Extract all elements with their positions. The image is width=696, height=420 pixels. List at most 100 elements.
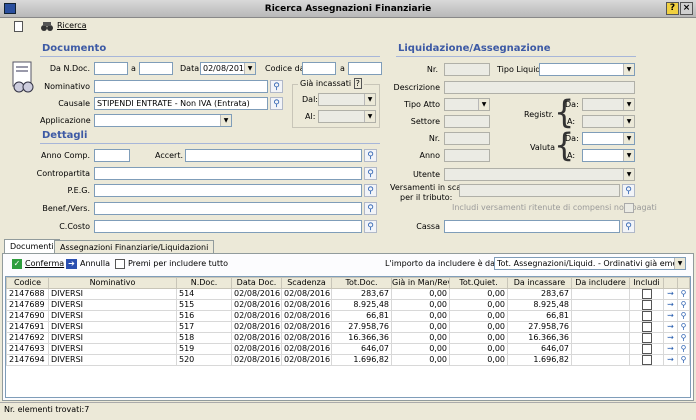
table-row[interactable]: 2147688 DIVERSI 514 02/08/2016 02/08/2016 283…	[6, 288, 690, 300]
column-header[interactable]: Data Doc.	[231, 277, 282, 289]
search-button[interactable]: Ricerca	[57, 20, 87, 32]
contropartita-input[interactable]	[94, 167, 362, 180]
column-header[interactable]: Tot.Quiet.	[449, 277, 508, 289]
expand-icon[interactable]: ⇝	[663, 332, 678, 344]
data-input[interactable]: 02/08/2016 ▼	[200, 62, 256, 75]
includi-checkbox[interactable]	[641, 333, 652, 343]
conferma-button[interactable]: Conferma	[25, 258, 64, 270]
expand-icon[interactable]: ⇝	[663, 310, 678, 322]
column-header[interactable]: Da includere	[571, 277, 630, 289]
table-row[interactable]: 2147691 DIVERSI 517 02/08/2016 02/08/2016 27.…	[6, 321, 690, 333]
accert-input[interactable]	[185, 149, 362, 162]
settore-input[interactable]	[444, 115, 490, 128]
versamenti-input[interactable]	[459, 184, 620, 197]
peg-input[interactable]	[94, 184, 362, 197]
liq-nr-input[interactable]	[444, 63, 490, 76]
valuta-a-input[interactable]: ▼	[582, 149, 635, 162]
anno-comp-input[interactable]	[94, 149, 130, 162]
expand-icon[interactable]: ⇝	[663, 354, 678, 366]
registr-a-input[interactable]: ▼	[582, 115, 635, 128]
peg-search-icon[interactable]: ⚲	[364, 184, 377, 197]
valuta-da-input[interactable]: ▼	[582, 132, 635, 145]
includi-checkbox[interactable]	[641, 289, 652, 299]
contropartita-search-icon[interactable]: ⚲	[364, 167, 377, 180]
detail-search-icon[interactable]: ⚲	[677, 299, 690, 311]
detail-search-icon[interactable]: ⚲	[677, 288, 690, 300]
versamenti-search-icon[interactable]: ⚲	[622, 184, 635, 197]
chevron-down-icon: ▼	[623, 116, 634, 127]
dal-date-input[interactable]: ▼	[318, 93, 376, 106]
includi-checkbox[interactable]	[641, 322, 652, 332]
includi-checkbox[interactable]	[641, 355, 652, 365]
registr-da-input[interactable]: ▼	[582, 98, 635, 111]
n-doc-a-label: a	[131, 64, 136, 73]
causale-search-icon[interactable]: ⚲	[270, 97, 283, 110]
chevron-down-icon: ▼	[674, 258, 685, 269]
detail-search-icon[interactable]: ⚲	[677, 321, 690, 333]
detail-search-icon[interactable]: ⚲	[677, 332, 690, 344]
includi-checkbox[interactable]	[641, 311, 652, 321]
status-bar: Nr. elementi trovati:7	[0, 402, 696, 420]
column-header[interactable]: Tot.Doc.	[331, 277, 392, 289]
importo-select[interactable]: Tot. Assegnazioni/Liquid. - Ordinativi g…	[494, 257, 686, 270]
utente-select[interactable]: ▼	[444, 168, 635, 181]
premi-checkbox[interactable]	[115, 259, 125, 269]
detail-search-icon[interactable]: ⚲	[677, 343, 690, 355]
accert-search-icon[interactable]: ⚲	[364, 149, 377, 162]
annulla-button[interactable]: Annulla	[80, 258, 110, 270]
benef-search-icon[interactable]: ⚲	[364, 202, 377, 215]
column-header[interactable]: Nominativo	[48, 277, 177, 289]
tipo-liquid-select[interactable]: ▼	[539, 63, 635, 76]
expand-icon[interactable]: ⇝	[663, 321, 678, 333]
table-row[interactable]: 2147690 DIVERSI 516 02/08/2016 02/08/2016 66,…	[6, 310, 690, 322]
column-header[interactable]: Scadenza	[281, 277, 332, 289]
nominativo-input[interactable]	[94, 80, 268, 93]
n-doc-to-input[interactable]	[139, 62, 173, 75]
calendar-dropdown-icon[interactable]: ▼	[244, 63, 255, 74]
applicazione-select[interactable]: ▼	[94, 114, 232, 127]
column-header[interactable]: Da incassare	[507, 277, 572, 289]
column-header[interactable]: Già in Man/Rev.	[391, 277, 450, 289]
column-header[interactable]: Codice	[6, 277, 49, 289]
table-row[interactable]: 2147692 DIVERSI 518 02/08/2016 02/08/2016 16.…	[6, 332, 690, 344]
descrizione-input[interactable]	[444, 81, 635, 94]
column-header[interactable]: N.Doc.	[176, 277, 232, 289]
al-date-input[interactable]: ▼	[318, 110, 376, 123]
detail-search-icon[interactable]: ⚲	[677, 354, 690, 366]
close-icon[interactable]: ×	[680, 2, 693, 15]
cassa-input[interactable]	[444, 220, 620, 233]
column-header[interactable]: Includi	[629, 277, 664, 289]
expand-icon[interactable]: ⇝	[663, 343, 678, 355]
chevron-down-icon: ▼	[623, 99, 634, 110]
includi-versamenti-checkbox[interactable]	[624, 203, 634, 213]
table-cell: 646,07	[507, 343, 572, 355]
expand-icon[interactable]: ⇝	[663, 299, 678, 311]
valuta-da-label: Da:	[565, 134, 579, 143]
table-row[interactable]: 2147694 DIVERSI 520 02/08/2016 02/08/2016 1.6…	[6, 354, 690, 366]
tab-assegnazioni[interactable]: Assegnazioni Finanziarie/Liquidazioni	[54, 240, 215, 254]
anno-input[interactable]	[444, 149, 490, 162]
help-icon[interactable]: ?	[666, 2, 679, 15]
codice-to-input[interactable]	[348, 62, 382, 75]
nominativo-search-icon[interactable]: ⚲	[270, 80, 283, 93]
table-row[interactable]: 2147693 DIVERSI 519 02/08/2016 02/08/2016 646…	[6, 343, 690, 355]
tab-documenti[interactable]: Documenti	[4, 239, 60, 254]
table-row[interactable]: 2147689 DIVERSI 515 02/08/2016 02/08/2016 8.9…	[6, 299, 690, 311]
new-document-icon[interactable]	[14, 21, 23, 32]
incassati-help-icon[interactable]: ?	[353, 78, 362, 89]
ccosto-search-icon[interactable]: ⚲	[364, 220, 377, 233]
tipo-atto-select[interactable]: ▼	[444, 98, 490, 111]
expand-icon[interactable]: ⇝	[663, 288, 678, 300]
table-cell: 518	[176, 332, 232, 344]
n-doc-from-input[interactable]	[94, 62, 128, 75]
benef-input[interactable]	[94, 202, 362, 215]
binoculars-icon[interactable]	[40, 21, 54, 32]
codice-from-input[interactable]	[302, 62, 336, 75]
includi-checkbox[interactable]	[641, 300, 652, 310]
includi-checkbox[interactable]	[641, 344, 652, 354]
cassa-search-icon[interactable]: ⚲	[622, 220, 635, 233]
causale-input[interactable]: STIPENDI ENTRATE - Non IVA (Entrata)	[94, 97, 268, 110]
detail-search-icon[interactable]: ⚲	[677, 310, 690, 322]
liq-nr2-input[interactable]	[444, 132, 490, 145]
ccosto-input[interactable]	[94, 220, 362, 233]
